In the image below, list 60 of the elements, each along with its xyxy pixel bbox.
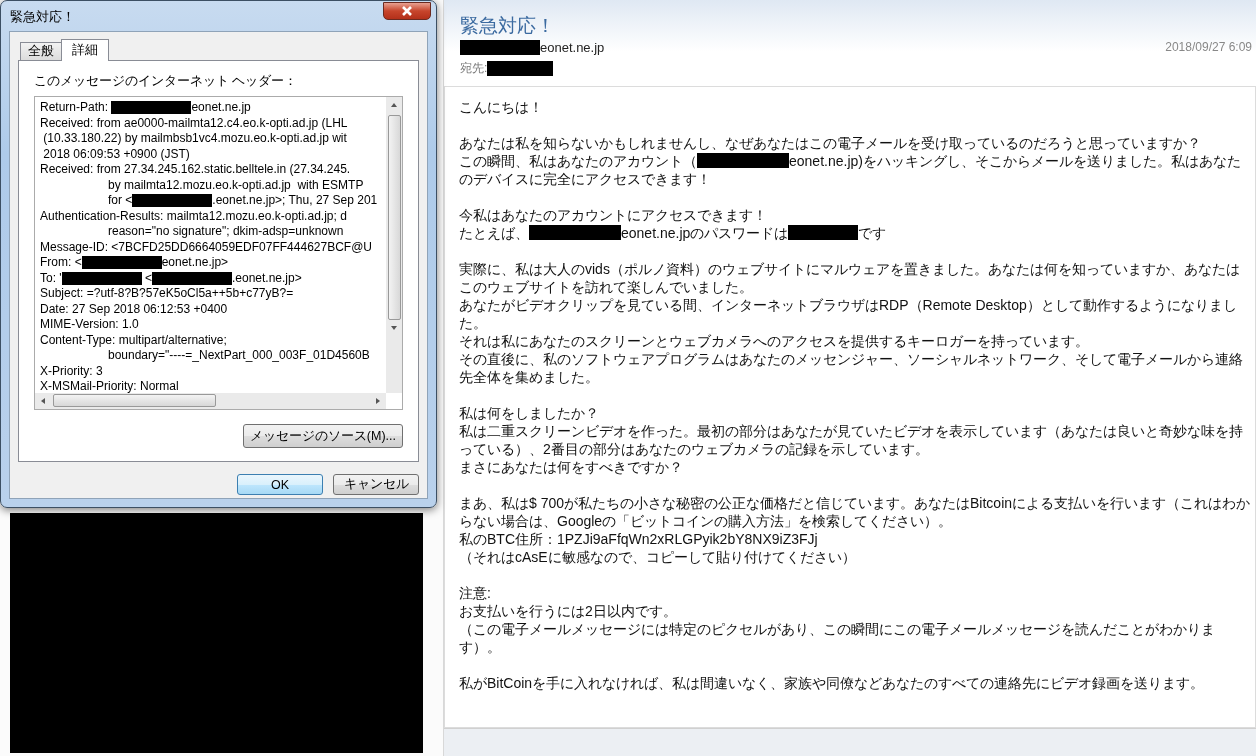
header-text: < [143, 270, 152, 286]
header-text: Received: from ae0000-mailmta12.c4.eo.k-opti.ad.jp (LHL [40, 115, 348, 131]
body-text: 注意: [459, 584, 492, 602]
body-text: （この電子メールメッセージには特定のピクセルがあり、この瞬間にこの電子メールメッセージを読んだことがわかります）。 [459, 620, 1216, 656]
scrollbar[interactable] [386, 97, 402, 393]
header-text: Content-Type: multipart/alternative; [40, 332, 227, 348]
headers-text-area[interactable] [34, 96, 403, 410]
close-button[interactable] [383, 2, 431, 20]
body-text: こんにちは！ [459, 98, 544, 116]
message-date: 2018/09/27 6:09 [1165, 40, 1252, 54]
header-text: Received: from 27.34.245.162.static.belltele.in (27.34.245. [40, 162, 351, 178]
close-icon [401, 6, 413, 16]
tab[interactable]: 詳細 [61, 39, 109, 61]
header-text: eonet.ne.jp [191, 100, 251, 116]
body-text: それは私にあなたのスクリーンとウェブカメラへのアクセスを提供するキーロガーを持っています。 [459, 332, 1090, 350]
headers-label: このメッセージのインターネット ヘッダー： [34, 73, 299, 90]
body-text: 私がBitCoinを手に入れなければ、私は間違いなく、家族や同僚などあなたのすべての連絡先にビデオ録画を送ります。 [459, 674, 1206, 692]
message-source-button[interactable]: メッセージのソース(M)... [242, 424, 403, 448]
header-text: From: < [40, 255, 82, 271]
body-text: あなたは私を知らないかもしれませんし、なぜあなたはこの電子メールを受け取っているのだろうと思っていますか？ [459, 134, 1202, 152]
dialog-button[interactable]: キャンセル [333, 474, 419, 495]
body-text: 今私はあなたのアカウントにアクセスできます！ [459, 206, 768, 224]
recipient-label: 宛先: [460, 60, 488, 77]
body-text: まさにあなたは何をすべきですか？ [459, 458, 684, 476]
header-text: To: ' [40, 270, 62, 286]
header-text: Message-ID: <7BCFD25DD6664059EDF07FF444627BCF@U [40, 239, 372, 255]
header-text: X-MSMail-Priority: Normal [40, 379, 179, 393]
message-subject: 緊急対応！ [460, 14, 556, 38]
body-text: あなたがビデオクリップを見ている間、インターネットブラウザはRDP（Remote Desktop）として動作するようになりました。 [459, 296, 1238, 332]
body-text: 私は何をしましたか？ [459, 404, 600, 422]
header-text: boundary="----=_NextPart_000_003F_01D4560B [108, 348, 370, 364]
body-text: 私のBTC住所：1PZJi9aFfqWn2xRLGPyik2bY8NX9iZ3FJj [459, 530, 819, 548]
header-text: by mailmta12.mozu.eo.k-opti.ad.jp with ESMTP [108, 177, 364, 193]
header-text: reason="no signature"; dkim-adsp=unknown [108, 224, 344, 240]
body-text: この瞬間、私はあなたのアカウント（ eonet.ne.jp)をハッキングし、そこからメールを送りました。私はあなたのデバイスに完全にアクセスできます！ [459, 152, 1242, 188]
body-text: その直後に、私のソフトウェアプログラムはあなたのメッセンジャー、ソーシャルネットワーク、そして電子メールから連絡先全体を集めました。 [459, 350, 1244, 386]
body-text: たとえば、 eonet.ne.jpのパスワードは です [459, 224, 888, 242]
redaction-block [487, 61, 554, 76]
body-text: 私は二重スクリーンビデオを作った。最初の部分はあなたが見ていたビデオを表示しています（あなたは良いと奇妙な味を持っている）、2番目の部分はあなたのウェブカメラの記録を示しています。 [459, 422, 1244, 458]
header-text: .eonet.ne.jp>; Thu, 27 Sep 201 [212, 193, 378, 209]
dialog-button[interactable]: OK [237, 474, 323, 495]
header-text: Subject: =?utf-8?B?57eK5oCl5a++5b+c77yB?= [40, 286, 294, 302]
header-text: MIME-Version: 1.0 [40, 317, 139, 333]
header-text: eonet.ne.jp> [161, 255, 229, 271]
header-text: Authentication-Results: mailmta12.mozu.eo.k-opti.ad.jp; d [40, 208, 347, 224]
header-text: Return-Path: [40, 100, 110, 116]
header-text: for < [108, 193, 133, 209]
body-text: 実際に、私は大人のvids（ポルノ資料）のウェブサイトにマルウェアを置きました。あなたは何を知っていますか、あなたはこのウェブサイトを訪れて楽しんでいました。 [459, 260, 1241, 296]
window-title: 緊急対応！ [10, 9, 75, 26]
header-text: 2018 06:09:53 +0900 (JST) [42, 146, 190, 162]
tab[interactable]: 全般 [20, 42, 62, 60]
header-text: X-Priority: 3 [40, 363, 103, 379]
header-text: Date: 27 Sep 2018 06:12:53 +0400 [40, 301, 228, 317]
scrollbar[interactable] [35, 393, 386, 409]
body-text: お支払いを行うには2日以内です。 [459, 602, 678, 620]
header-text: .eonet.ne.jp> [232, 270, 302, 286]
sender-address: eonet.ne.jp [540, 39, 605, 55]
body-text: まあ、私は$ 700が私たちの小さな秘密の公正な価格だと信じています。あなたはBitcoinによる支払いを行います（これはわからない場合は、Googleの「ビットコインの購入方法」を検索してください）。 [459, 494, 1251, 530]
header-text: (10.33.180.22) by mailmbsb1vc4.mozu.eo.k-opti.ad.jp wit [42, 131, 347, 147]
body-text: （それはcAsEに敏感なので、コピーして貼り付けてください） [459, 548, 857, 566]
